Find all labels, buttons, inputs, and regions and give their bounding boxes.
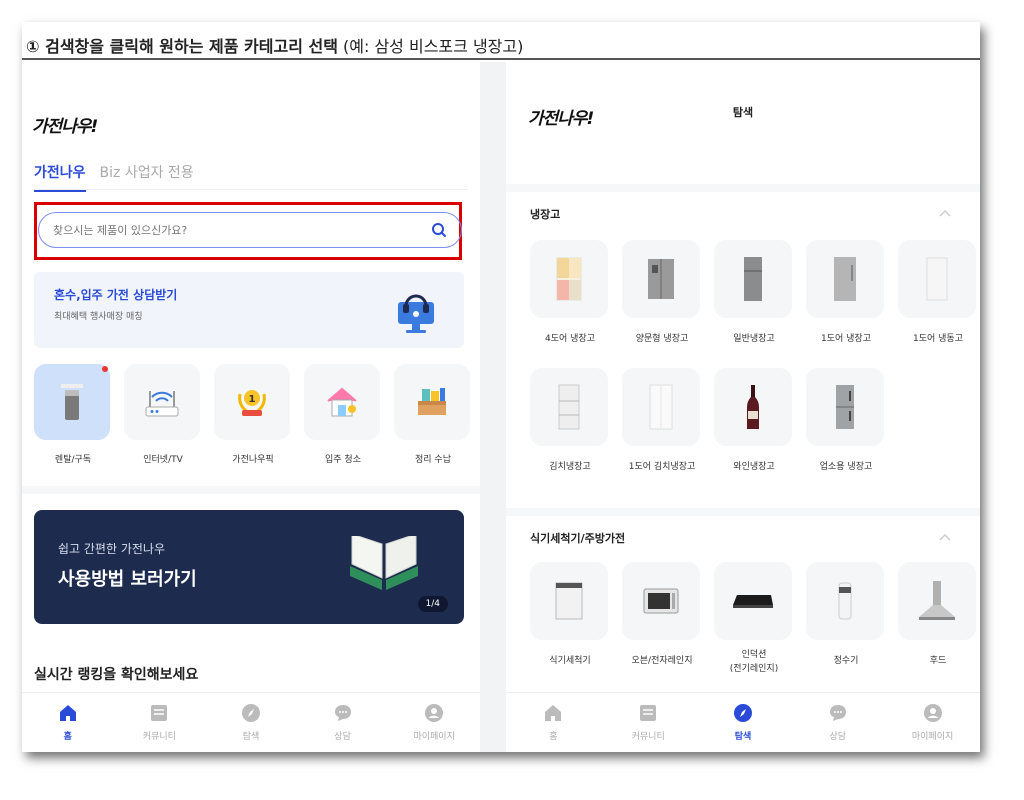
home-screen: 가전나우! 가전나우 Biz 사업자 전용 혼수,입주 가전 상담받기 최대혜택… bbox=[22, 62, 480, 752]
page-title: 탐색 bbox=[732, 106, 754, 119]
nav-explore[interactable]: 탐색 bbox=[211, 703, 291, 742]
storage-box-icon bbox=[418, 388, 446, 415]
tab-biz[interactable]: Biz 사업자 전용 bbox=[100, 162, 194, 192]
nav-consult[interactable]: 상담 bbox=[303, 703, 383, 742]
nav-community[interactable]: 커뮤니티 bbox=[119, 703, 199, 742]
induction-cooktop-icon bbox=[733, 595, 773, 608]
range-hood-icon bbox=[919, 581, 955, 620]
chevron-up-icon[interactable] bbox=[938, 208, 952, 218]
book-icon bbox=[350, 536, 418, 590]
chat-icon bbox=[334, 705, 351, 721]
panel-divider bbox=[480, 62, 506, 752]
kimchi-fridge-icon bbox=[558, 384, 580, 430]
air-purifier-icon bbox=[61, 384, 83, 420]
water-purifier-icon bbox=[838, 582, 852, 620]
medal-icon: 1 bbox=[238, 390, 266, 416]
fridge-grid: 4도어 냉장고 양문형 냉장고 일반냉장고 1도어 냉장고 1도어 냉동고 김치… bbox=[530, 240, 978, 474]
chevron-up-icon[interactable] bbox=[938, 532, 952, 542]
category-induction[interactable]: 인덕션 (전기레인지) bbox=[714, 562, 794, 676]
nav-mypage[interactable]: 마이페이지 bbox=[394, 703, 474, 742]
quick-item-move-in-cleaning[interactable]: 입주 청소 bbox=[304, 364, 382, 465]
consult-title: 혼수,입주 가전 상담받기 bbox=[54, 288, 178, 302]
banner-page-indicator: 1/4 bbox=[417, 596, 448, 612]
house-icon bbox=[327, 387, 357, 417]
category-standard-fridge[interactable]: 일반냉장고 bbox=[714, 240, 794, 346]
nav-home[interactable]: 홈 bbox=[28, 703, 108, 742]
notification-dot bbox=[102, 366, 108, 372]
category-4door-fridge[interactable]: 4도어 냉장고 bbox=[530, 240, 610, 346]
consult-banner[interactable]: 혼수,입주 가전 상담받기 최대혜택 행사매장 매칭 bbox=[34, 272, 464, 348]
explore-screen: 가전나우! 탐색 · · · · · · · · · · · · · · · ·… bbox=[506, 62, 980, 752]
category-range-hood[interactable]: 후드 bbox=[898, 562, 978, 676]
microwave-icon bbox=[643, 588, 679, 614]
tutorial-frame: ① 검색창을 클릭해 원하는 제품 카테고리 선택 (예: 삼성 비스포크 냉장… bbox=[22, 22, 980, 752]
caption: ① 검색창을 클릭해 원하는 제품 카테고리 선택 (예: 삼성 비스포크 냉장… bbox=[22, 22, 980, 60]
ranking-title: 실시간 랭킹을 확인해보세요 bbox=[34, 667, 199, 683]
search-icon[interactable] bbox=[431, 222, 447, 238]
tab-divider bbox=[34, 189, 468, 190]
router-icon bbox=[145, 391, 179, 417]
dishwasher-icon bbox=[555, 582, 583, 620]
nav-explore[interactable]: 탐색 bbox=[703, 703, 783, 742]
home-icon bbox=[545, 705, 562, 721]
chat-icon bbox=[829, 705, 846, 721]
section-separator bbox=[506, 508, 980, 516]
caption-step: ① 검색창을 클릭해 원하는 제품 카테고리 선택 bbox=[26, 37, 338, 56]
category-1door-kimchi-fridge[interactable]: 1도어 김치냉장고 bbox=[622, 368, 702, 474]
side-by-side-fridge-icon bbox=[648, 259, 674, 299]
bottom-nav: 홈 커뮤니티 탐색 상담 마이페이지 bbox=[506, 692, 980, 752]
tab-gajeonnow[interactable]: 가전나우 bbox=[34, 162, 86, 192]
svg-text:1: 1 bbox=[249, 394, 256, 405]
compass-icon bbox=[733, 704, 752, 722]
scrolled-labels: · · · · · · · · · · · · · · · · · · bbox=[506, 136, 980, 146]
nav-mypage[interactable]: 마이페이지 bbox=[893, 703, 973, 742]
bottom-nav: 홈 커뮤니티 탐색 상담 마이페이지 bbox=[22, 692, 480, 752]
category-dishwasher[interactable]: 식기세척기 bbox=[530, 562, 610, 676]
consult-subtitle: 최대혜택 행사매장 매칭 bbox=[54, 312, 143, 322]
category-kimchi-fridge[interactable]: 김치냉장고 bbox=[530, 368, 610, 474]
1door-fridge-icon bbox=[834, 257, 856, 301]
quick-item-gajeonnow-pick[interactable]: 1 가전나우픽 bbox=[214, 364, 292, 465]
category-oven-microwave[interactable]: 오븐/전자레인지 bbox=[622, 562, 702, 676]
home-tabs: 가전나우 Biz 사업자 전용 bbox=[34, 162, 194, 192]
section-separator bbox=[22, 486, 480, 494]
home-icon bbox=[59, 705, 76, 721]
section-separator bbox=[506, 184, 980, 192]
nav-home[interactable]: 홈 bbox=[513, 703, 593, 742]
category-water-purifier[interactable]: 정수기 bbox=[806, 562, 886, 676]
kitchen-grid: 식기세척기 오븐/전자레인지 인덕션 (전기레인지) 정수기 후드 bbox=[530, 562, 978, 676]
section-title-kitchen: 식기세척기/주방가전 bbox=[530, 532, 626, 545]
guide-banner[interactable]: 쉽고 간편한 가전나우 사용방법 보러가기 1/4 bbox=[34, 510, 464, 624]
search-bar[interactable] bbox=[38, 212, 462, 248]
search-input[interactable] bbox=[53, 223, 393, 237]
community-icon bbox=[640, 705, 657, 721]
community-icon bbox=[151, 705, 168, 721]
user-icon bbox=[923, 704, 942, 722]
standard-fridge-icon bbox=[744, 257, 762, 301]
quick-item-storage[interactable]: 정리 수납 bbox=[394, 364, 472, 465]
quick-item-rental[interactable]: 렌탈/구독 bbox=[34, 364, 112, 465]
category-1door-fridge[interactable]: 1도어 냉장고 bbox=[806, 240, 886, 346]
1door-kimchi-fridge-icon bbox=[649, 384, 673, 430]
4door-fridge-icon bbox=[556, 257, 582, 301]
nav-community[interactable]: 커뮤니티 bbox=[608, 703, 688, 742]
compass-icon bbox=[241, 704, 260, 722]
caption-example: (예: 삼성 비스포크 냉장고) bbox=[337, 37, 524, 56]
commercial-fridge-icon bbox=[836, 385, 854, 429]
1door-freezer-icon bbox=[926, 257, 948, 301]
category-1door-freezer[interactable]: 1도어 냉동고 bbox=[898, 240, 978, 346]
quick-menu: 렌탈/구독 인터넷/TV 1 가전나우픽 입주 청소 정리 수납 bbox=[34, 364, 472, 465]
headset-monitor-icon bbox=[398, 294, 434, 333]
wine-bottle-icon bbox=[747, 385, 759, 429]
category-side-by-side-fridge[interactable]: 양문형 냉장고 bbox=[622, 240, 702, 346]
category-commercial-fridge[interactable]: 업소용 냉장고 bbox=[806, 368, 886, 474]
user-icon bbox=[425, 704, 444, 722]
section-title-fridge: 냉장고 bbox=[530, 208, 561, 221]
nav-consult[interactable]: 상담 bbox=[798, 703, 878, 742]
category-wine-fridge[interactable]: 와인냉장고 bbox=[714, 368, 794, 474]
app-logo[interactable]: 가전나우! bbox=[32, 112, 98, 137]
quick-item-internet-tv[interactable]: 인터넷/TV bbox=[124, 364, 202, 465]
